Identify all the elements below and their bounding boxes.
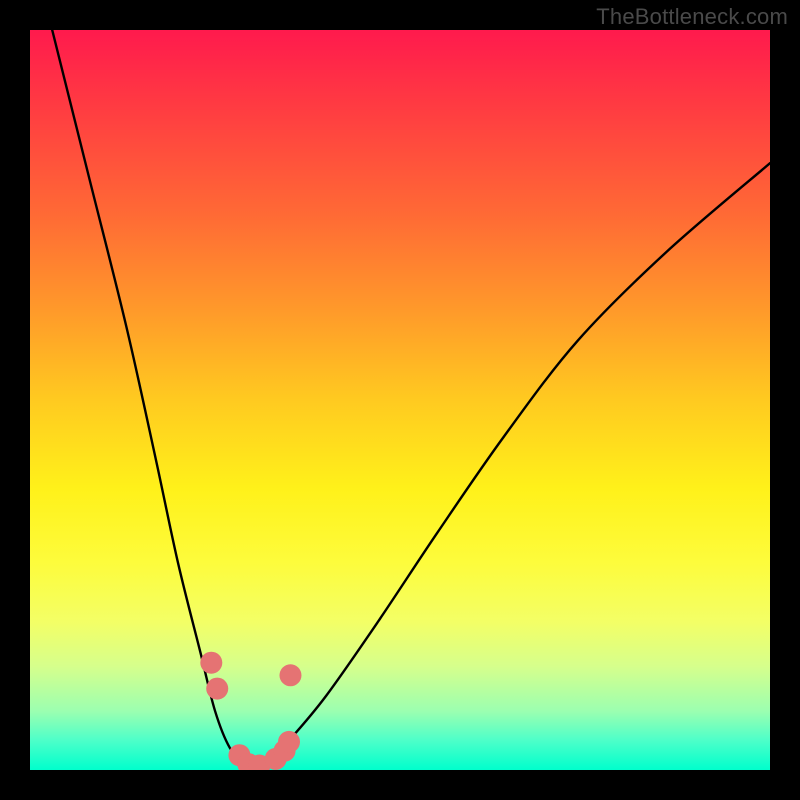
curve-group (52, 30, 770, 770)
chart-frame: TheBottleneck.com (0, 0, 800, 800)
data-marker (206, 678, 228, 700)
watermark-text: TheBottleneck.com (596, 4, 788, 30)
data-marker (200, 652, 222, 674)
left-curve (52, 30, 252, 770)
chart-svg (30, 30, 770, 770)
data-marker (279, 664, 301, 686)
data-marker (278, 731, 300, 753)
right-curve (252, 163, 770, 770)
plot-area (30, 30, 770, 770)
